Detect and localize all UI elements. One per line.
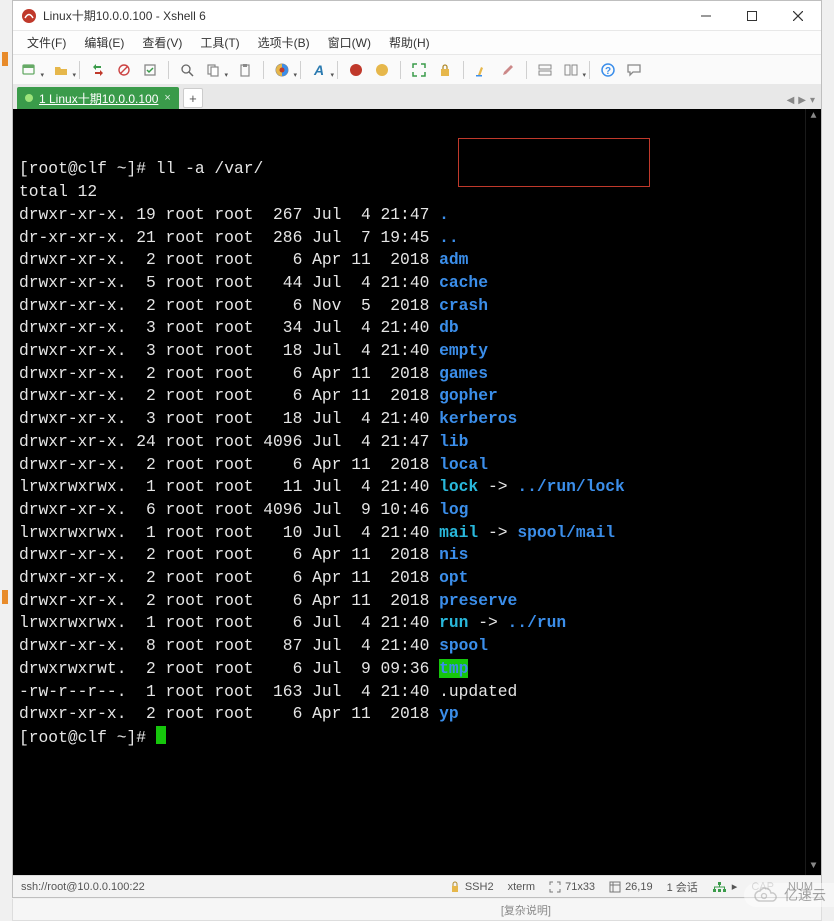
status-size: 71x33 [549, 881, 595, 893]
edit-icon[interactable] [498, 60, 518, 80]
listing-row: drwxr-xr-x. 2 root root 6 Apr 11 2018 ni… [19, 544, 815, 567]
scroll-up-icon[interactable]: ▲ [810, 109, 816, 125]
separator [263, 61, 264, 79]
status-dot-icon [25, 94, 33, 102]
listing-row: drwxr-xr-x. 8 root root 87 Jul 4 21:40 s… [19, 635, 815, 658]
status-sessions: 1 会话 [667, 879, 698, 895]
reconnect-icon[interactable] [140, 60, 160, 80]
lock-icon[interactable] [435, 60, 455, 80]
app-icon [21, 8, 37, 24]
search-icon[interactable] [177, 60, 197, 80]
tab-next-icon[interactable]: ▶ [798, 95, 806, 106]
listing-row: lrwxrwxrwx. 1 root root 6 Jul 4 21:40 ru… [19, 612, 815, 635]
scroll-down-icon[interactable]: ▼ [810, 859, 816, 875]
listing-row: drwxr-xr-x. 24 root root 4096 Jul 4 21:4… [19, 431, 815, 454]
menu-view[interactable]: 查看(V) [134, 32, 190, 53]
external-bottom-strip: [复杂说明] [12, 899, 822, 921]
listing-row: drwxr-xr-x. 3 root root 18 Jul 4 21:40 k… [19, 408, 815, 431]
listing-row: drwxr-xr-x. 2 root root 6 Nov 5 2018 cra… [19, 295, 815, 318]
xftp-icon[interactable] [372, 60, 392, 80]
window-title: Linux十期10.0.0.100 - Xshell 6 [43, 7, 206, 24]
tab-prev-icon[interactable]: ◀ [787, 95, 795, 106]
watermark: 亿速云 [744, 883, 834, 907]
listing-row: drwxr-xr-x. 2 root root 6 Apr 11 2018 yp [19, 703, 815, 726]
listing-row: drwxr-xr-x. 2 root root 6 Apr 11 2018 ga… [19, 363, 815, 386]
new-session-icon[interactable]: ▾ [19, 60, 39, 80]
separator [526, 61, 527, 79]
statusbar: ssh://root@10.0.0.100:22 SSH2 xterm 71x3… [13, 875, 821, 897]
status-ssh: SSH2 [449, 881, 494, 893]
listing-row: drwxrwxrwt. 2 root root 6 Jul 9 09:36 tm… [19, 658, 815, 681]
listing-row: drwxr-xr-x. 19 root root 267 Jul 4 21:47… [19, 204, 815, 227]
minimize-button[interactable] [683, 1, 729, 31]
menu-tabs[interactable]: 选项卡(B) [250, 32, 318, 53]
listing-row: drwxr-xr-x. 2 root root 6 Apr 11 2018 op… [19, 567, 815, 590]
separator [168, 61, 169, 79]
svg-text:?: ? [605, 66, 611, 77]
menu-help[interactable]: 帮助(H) [381, 32, 438, 53]
highlight-icon[interactable] [472, 60, 492, 80]
app-window: Linux十期10.0.0.100 - Xshell 6 文件(F) 编辑(E)… [12, 0, 822, 898]
separator [79, 61, 80, 79]
separator [463, 61, 464, 79]
tile-h-icon[interactable] [535, 60, 555, 80]
listing-row: -rw-r--r--. 1 root root 163 Jul 4 21:40 … [19, 681, 815, 704]
listing-row: drwxr-xr-x. 2 root root 6 Apr 11 2018 pr… [19, 590, 815, 613]
session-tab[interactable]: 1 Linux十期10.0.0.100 × [17, 87, 179, 109]
bottom-note: [复杂说明] [501, 902, 551, 918]
chat-icon[interactable] [624, 60, 644, 80]
tabbar: 1 Linux十期10.0.0.100 × + ◀ ▶ ▾ [13, 85, 821, 109]
maximize-button[interactable] [729, 1, 775, 31]
terminal-pane[interactable]: [root@clf ~]# ll -a /var/total 12drwxr-x… [13, 109, 821, 875]
tab-list-icon[interactable]: ▾ [810, 95, 815, 106]
color-icon[interactable]: ▾ [272, 60, 292, 80]
status-term: xterm [508, 881, 536, 893]
listing-row: drwxr-xr-x. 3 root root 18 Jul 4 21:40 e… [19, 340, 815, 363]
menu-file[interactable]: 文件(F) [19, 32, 74, 53]
listing-row: drwxr-xr-x. 2 root root 6 Apr 11 2018 lo… [19, 454, 815, 477]
menubar: 文件(F) 编辑(E) 查看(V) 工具(T) 选项卡(B) 窗口(W) 帮助(… [13, 31, 821, 55]
separator [589, 61, 590, 79]
separator [400, 61, 401, 79]
listing-row: drwxr-xr-x. 2 root root 6 Apr 11 2018 go… [19, 385, 815, 408]
external-left-edge [0, 50, 10, 850]
listing-row: drwxr-xr-x. 3 root root 34 Jul 4 21:40 d… [19, 317, 815, 340]
menu-edit[interactable]: 编辑(E) [76, 32, 132, 53]
close-button[interactable] [775, 1, 821, 31]
toolbar: ▾ ▾ ▾ ▾ A▾ ▾ ? [13, 55, 821, 85]
cursor [156, 726, 166, 744]
separator [337, 61, 338, 79]
separator [300, 61, 301, 79]
transfer-icon[interactable] [88, 60, 108, 80]
paste-icon[interactable] [235, 60, 255, 80]
menu-window[interactable]: 窗口(W) [320, 32, 379, 53]
tab-close-icon[interactable]: × [164, 92, 170, 104]
status-pos: 26,19 [609, 881, 653, 893]
xshell-icon[interactable] [346, 60, 366, 80]
tab-add-button[interactable]: + [183, 88, 203, 108]
tab-label: 1 Linux十期10.0.0.100 [39, 90, 158, 107]
copy-icon[interactable]: ▾ [203, 60, 223, 80]
titlebar[interactable]: Linux十期10.0.0.100 - Xshell 6 [13, 1, 821, 31]
disconnect-icon[interactable] [114, 60, 134, 80]
listing-row: lrwxrwxrwx. 1 root root 11 Jul 4 21:40 l… [19, 476, 815, 499]
fullscreen-icon[interactable] [409, 60, 429, 80]
tab-nav: ◀ ▶ ▾ [787, 95, 815, 106]
menu-tools[interactable]: 工具(T) [192, 32, 247, 53]
listing-row: lrwxrwxrwx. 1 root root 10 Jul 4 21:40 m… [19, 522, 815, 545]
listing-row: drwxr-xr-x. 6 root root 4096 Jul 9 10:46… [19, 499, 815, 522]
status-network-icon: ▸ [712, 880, 738, 893]
listing-row: drwxr-xr-x. 5 root root 44 Jul 4 21:40 c… [19, 272, 815, 295]
open-session-icon[interactable]: ▾ [51, 60, 71, 80]
listing-row: dr-xr-xr-x. 21 root root 286 Jul 7 19:45… [19, 227, 815, 250]
tile-v-icon[interactable]: ▾ [561, 60, 581, 80]
annotation-box [458, 138, 650, 187]
terminal-scrollbar[interactable]: ▲ ▼ [805, 109, 821, 875]
font-icon[interactable]: A▾ [309, 60, 329, 80]
listing-row: drwxr-xr-x. 2 root root 6 Apr 11 2018 ad… [19, 249, 815, 272]
help-icon[interactable]: ? [598, 60, 618, 80]
watermark-text: 亿速云 [784, 885, 826, 905]
status-path: ssh://root@10.0.0.100:22 [21, 881, 435, 893]
